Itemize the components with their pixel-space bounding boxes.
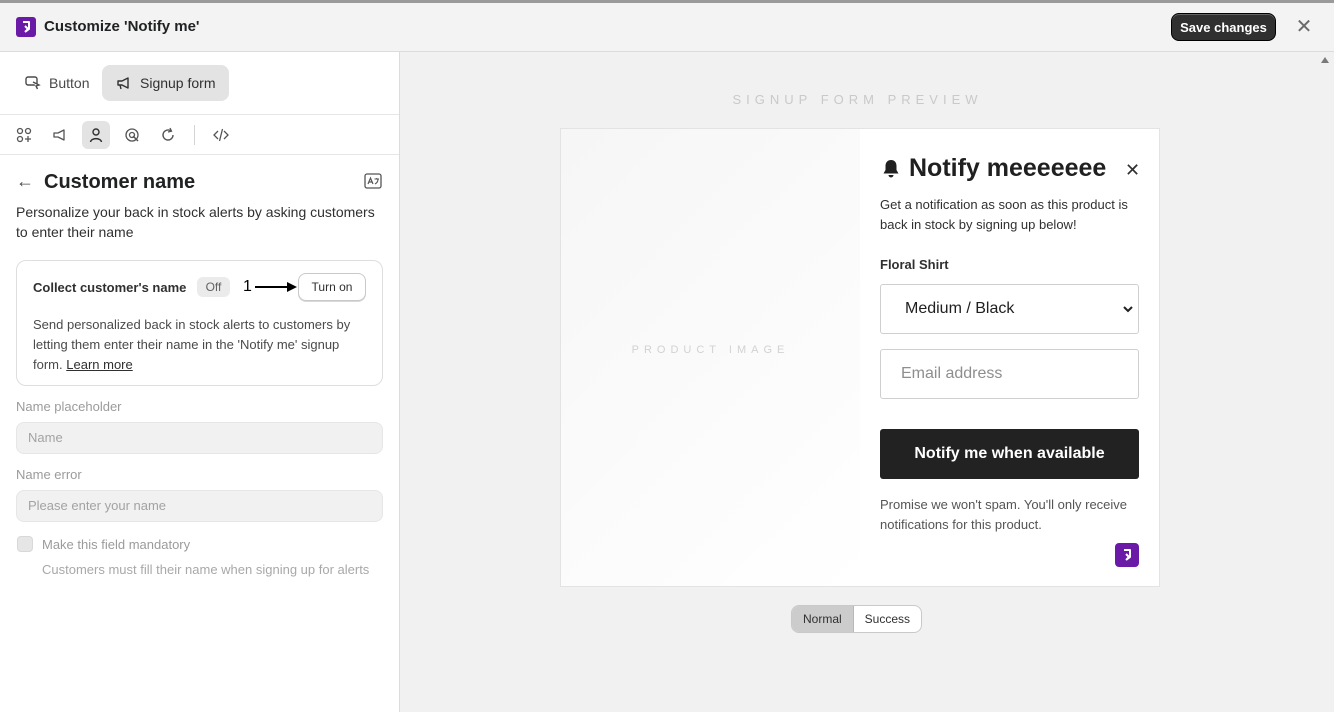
collect-name-card: Collect customer's name Off 1 Turn on Se… xyxy=(16,260,383,386)
name-placeholder-input[interactable]: Name xyxy=(16,422,383,454)
email-input[interactable]: Email address xyxy=(880,349,1139,399)
person-icon[interactable] xyxy=(82,121,110,149)
name-error-input[interactable]: Please enter your name xyxy=(16,490,383,522)
megaphone-icon xyxy=(117,77,129,90)
collect-name-label: Collect customer's name xyxy=(33,280,187,295)
signup-form-preview: PRODUCT IMAGE Notify meeeeeee ✕ Get a no… xyxy=(560,128,1160,587)
preview-label: SIGNUP FORM PREVIEW xyxy=(732,92,983,107)
product-image-placeholder: PRODUCT IMAGE xyxy=(561,129,860,586)
megaphone-icon[interactable] xyxy=(46,121,74,149)
annotation-number: 1 xyxy=(243,278,252,295)
scroll-up-icon[interactable] xyxy=(1321,57,1329,63)
form-description: Get a notification as soon as this produ… xyxy=(880,197,1128,232)
apps-icon[interactable] xyxy=(10,121,38,149)
turn-on-button[interactable]: Turn on xyxy=(298,273,366,301)
bell-icon xyxy=(883,160,899,178)
name-placeholder-label: Name placeholder xyxy=(16,399,122,414)
collect-name-description: Send personalized back in stock alerts t… xyxy=(33,315,371,375)
translate-icon[interactable] xyxy=(364,172,382,190)
mode-tabs: Button Signup form xyxy=(0,52,399,115)
preview-state-toggle: Normal Success xyxy=(791,605,923,633)
tab-signup-form[interactable]: Signup form xyxy=(102,65,229,101)
tab-button[interactable]: Button xyxy=(11,65,111,101)
tab-button-label: Button xyxy=(49,75,90,91)
icon-bar-divider xyxy=(194,125,195,145)
status-badge: Off xyxy=(197,277,230,297)
state-normal-button[interactable]: Normal xyxy=(792,606,854,632)
window-title: Customize 'Notify me' xyxy=(44,18,200,35)
top-bar: Customize 'Notify me' Save changes ✕ xyxy=(0,3,1334,52)
state-success-button[interactable]: Success xyxy=(854,606,921,632)
save-changes-button[interactable]: Save changes xyxy=(1171,13,1276,41)
variant-select[interactable]: Medium / Black xyxy=(880,284,1139,334)
product-name: Floral Shirt xyxy=(880,257,949,272)
section-description: Personalize your back in stock alerts by… xyxy=(16,204,375,240)
section-title: Customer name xyxy=(44,171,196,193)
app-logo-icon xyxy=(16,17,36,37)
back-arrow-icon[interactable]: ← xyxy=(16,172,36,190)
chevron-down-icon xyxy=(1123,306,1133,313)
spam-note: Promise we won't spam. You'll only recei… xyxy=(880,497,1128,532)
preview-pane: SIGNUP FORM PREVIEW PRODUCT IMAGE Notify… xyxy=(400,52,1334,712)
learn-more-link[interactable]: Learn more xyxy=(66,357,132,372)
variant-select-value: Medium / Black xyxy=(905,300,1015,317)
brand-badge-icon[interactable] xyxy=(1115,543,1139,567)
notify-submit-button[interactable]: Notify me when available xyxy=(880,429,1139,479)
product-image-label: PRODUCT IMAGE xyxy=(631,344,790,356)
form-title: Notify meeeeeee xyxy=(909,154,1107,182)
signup-form: Notify meeeeeee ✕ Get a notification as … xyxy=(860,129,1159,586)
section-icon-bar xyxy=(0,115,399,155)
close-icon[interactable]: ✕ xyxy=(1294,17,1314,37)
refresh-icon[interactable] xyxy=(154,121,182,149)
sidebar: Button Signup form ← Customer name Perso… xyxy=(0,52,400,712)
mandatory-help-text: Customers must fill their name when sign… xyxy=(42,562,370,577)
target-icon[interactable] xyxy=(118,121,146,149)
tab-signup-form-label: Signup form xyxy=(140,75,216,91)
mandatory-checkbox-label: Make this field mandatory xyxy=(42,537,191,552)
name-error-label: Name error xyxy=(16,467,82,482)
mandatory-checkbox[interactable] xyxy=(17,536,33,552)
cursor-click-icon xyxy=(25,76,41,90)
annotation-arrow-icon xyxy=(255,282,297,292)
app-window: Customize 'Notify me' Save changes ✕ But… xyxy=(0,3,1334,712)
code-icon[interactable] xyxy=(207,121,235,149)
form-close-icon[interactable]: ✕ xyxy=(1125,161,1140,179)
